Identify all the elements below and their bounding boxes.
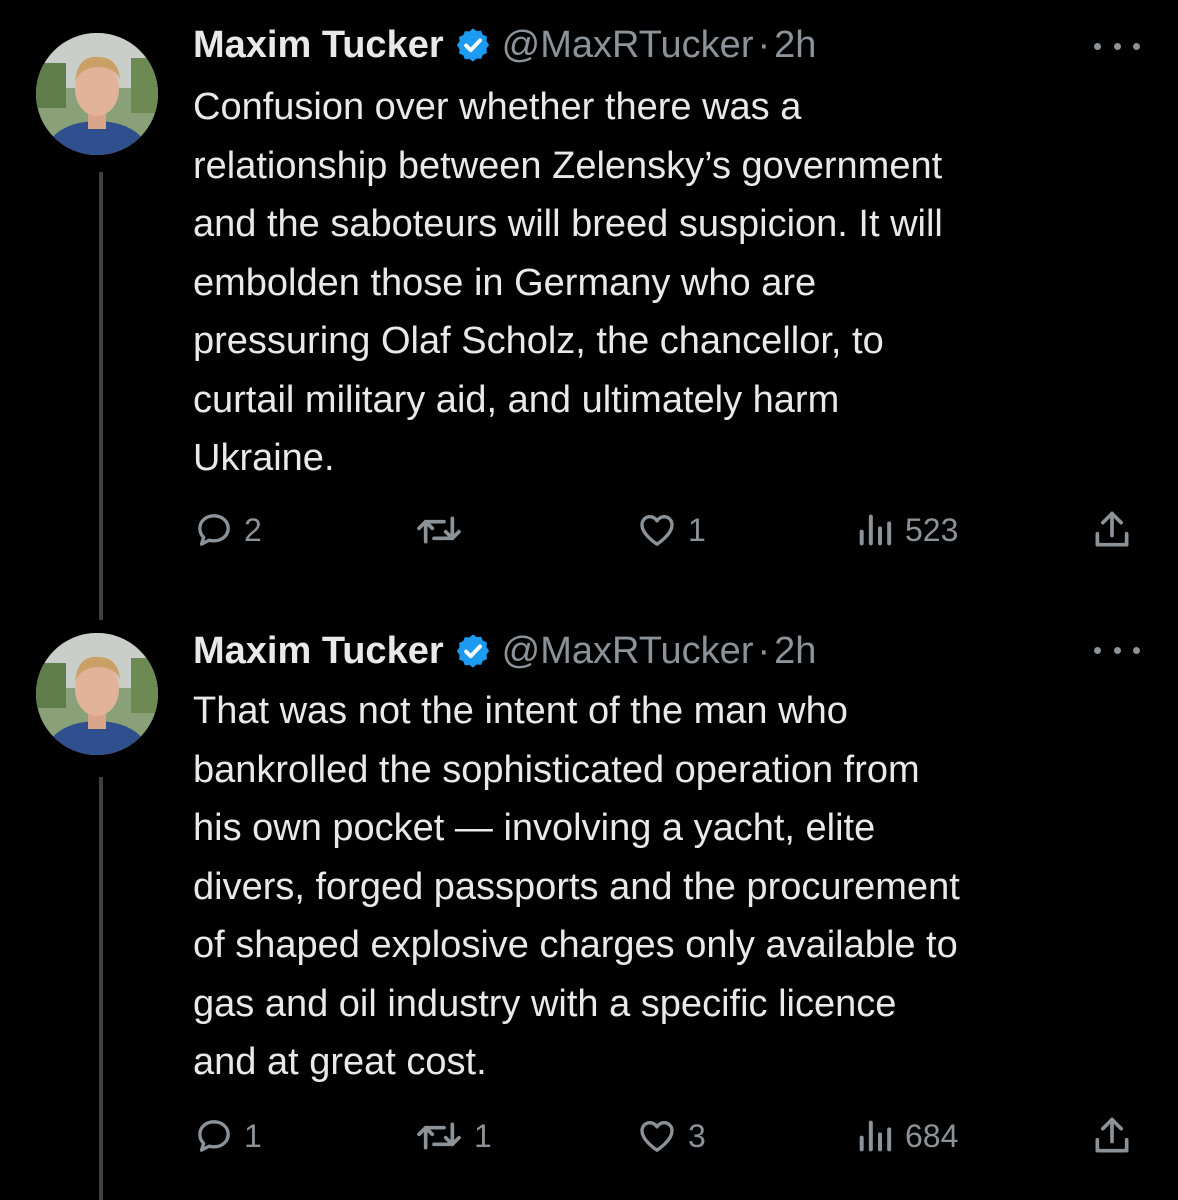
views-icon [859,1120,892,1152]
views-count: 523 [905,511,959,548]
more-icon[interactable] [1094,640,1140,660]
thread-line [99,777,103,1200]
avatar-photo-icon [36,33,158,155]
author-handle[interactable]: @MaxRTucker [502,20,754,70]
avatar[interactable] [36,33,158,155]
author-name[interactable]: Maxim Tucker [193,626,444,676]
like-icon [640,515,674,546]
separator-dot: · [757,24,771,66]
thread-line [99,172,103,620]
verified-badge-icon [456,634,489,668]
retweet-icon [417,516,461,544]
views-icon [859,514,892,546]
more-icon[interactable] [1094,36,1140,56]
tweet-header: Maxim Tucker @MaxRTucker · 2h [193,20,816,70]
timestamp[interactable]: 2h [774,20,816,70]
like-icon [640,1121,674,1152]
retweet-icon [417,1122,461,1150]
tweet-text: That was not the intent of the man who b… [193,690,960,1083]
like-count: 1 [688,511,706,548]
retweet-button[interactable]: 1 [414,1114,492,1158]
views-button[interactable]: 684 [855,1114,958,1158]
verified-badge-icon [456,28,489,62]
tweet-text: Confusion over whether there was a relat… [193,86,943,479]
share-icon [1095,511,1129,547]
tweet-2[interactable]: Maxim Tucker @MaxRTucker · 2h That was n… [0,620,1178,1200]
reply-count: 2 [244,511,262,548]
share-button[interactable] [1090,1114,1134,1158]
timestamp[interactable]: 2h [774,626,816,676]
avatar[interactable] [36,633,158,755]
share-button[interactable] [1090,508,1134,552]
like-count: 3 [688,1117,706,1154]
tweet-1[interactable]: Maxim Tucker @MaxRTucker · 2h Confusion … [0,0,1178,620]
reply-icon [198,1120,230,1152]
views-count: 684 [905,1117,959,1154]
author-name[interactable]: Maxim Tucker [193,20,444,70]
avatar-photo-icon [36,633,158,755]
retweet-count: 1 [474,1117,492,1154]
like-button[interactable]: 1 [636,508,706,552]
tweet-header: Maxim Tucker @MaxRTucker · 2h [193,626,816,676]
reply-icon [198,514,230,546]
reply-count: 1 [244,1117,262,1154]
author-handle[interactable]: @MaxRTucker [502,626,754,676]
retweet-button[interactable] [414,508,474,552]
like-button[interactable]: 3 [636,1114,706,1158]
share-icon [1095,1117,1129,1153]
reply-button[interactable]: 1 [194,1114,262,1158]
reply-button[interactable]: 2 [194,508,262,552]
separator-dot: · [757,630,771,672]
views-button[interactable]: 523 [855,508,958,552]
